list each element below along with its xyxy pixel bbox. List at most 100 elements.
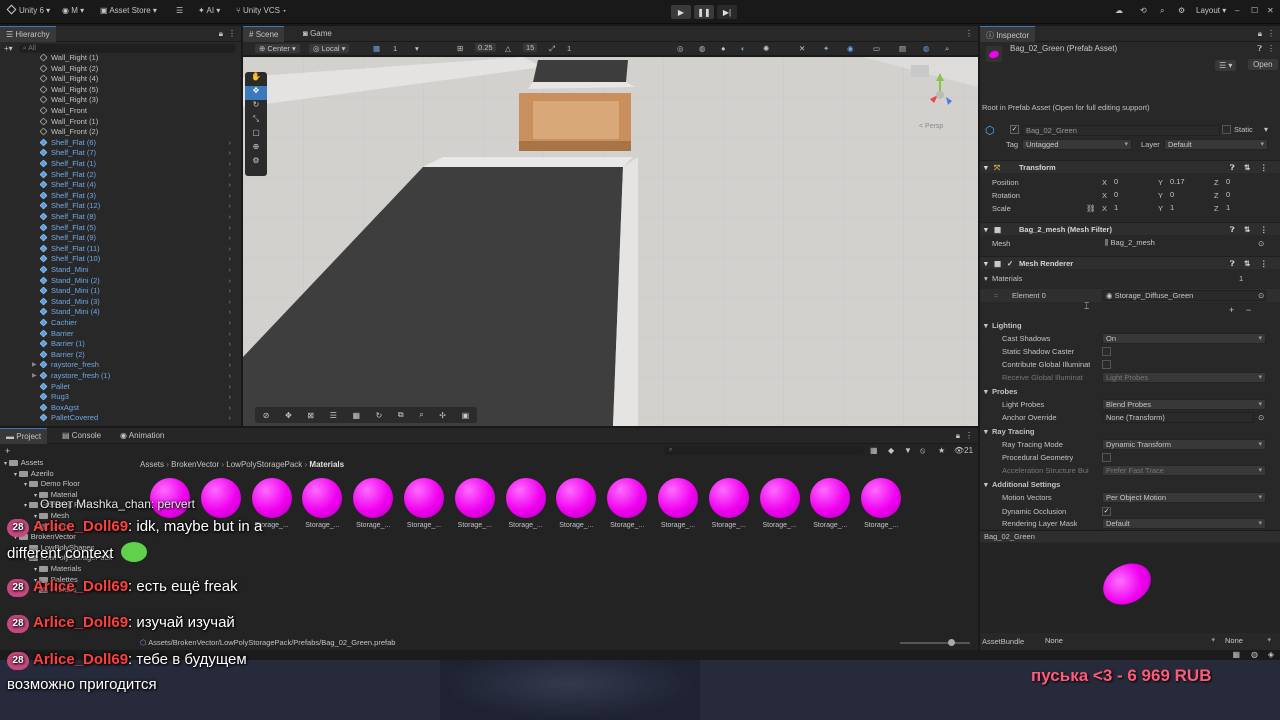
open-prefab-icon[interactable]: › xyxy=(229,286,232,297)
hierarchy-item[interactable]: ▶ raystore_fresh (1) › xyxy=(0,371,235,382)
add-element-icon[interactable]: + xyxy=(1229,305,1234,315)
hierarchy-item[interactable]: Shelf_Flat (7) › xyxy=(0,148,235,159)
lighting-icon[interactable]: ✺ xyxy=(763,44,769,53)
folder-tree-item[interactable]: ▾ Demo Floor xyxy=(24,479,80,488)
filter-icon[interactable]: ▼ xyxy=(904,446,912,455)
camera-icon[interactable]: ▭ xyxy=(873,44,880,53)
cloud-icon[interactable]: ☁ xyxy=(1115,6,1123,15)
pan-icon[interactable]: ✥ xyxy=(285,411,292,420)
help-icon[interactable]: ❓︎ xyxy=(1257,44,1262,54)
rect-tool-icon[interactable]: ▢ xyxy=(245,128,267,142)
scale-z-field[interactable]: 1 xyxy=(1223,203,1267,214)
overlay-icon[interactable]: ◎ xyxy=(677,44,684,53)
snap-icon[interactable]: ⊞ xyxy=(457,44,463,53)
axis-y-label[interactable]: Y xyxy=(1158,189,1163,202)
hierarchy-item[interactable]: Wall_Front (2) xyxy=(0,127,235,138)
expand-arrow-icon[interactable]: ▾ xyxy=(34,493,39,499)
expand-arrow-icon[interactable]: ▾ xyxy=(34,567,39,573)
open-prefab-icon[interactable]: › xyxy=(229,180,232,191)
preset-icon[interactable]: ⇅ xyxy=(1244,161,1250,174)
hierarchy-item[interactable]: Cachier › xyxy=(0,318,235,329)
hierarchy-item[interactable]: Wall_Front (1) xyxy=(0,117,235,128)
hierarchy-item[interactable]: Barrier (1) › xyxy=(0,339,235,350)
position-z-field[interactable]: 0 xyxy=(1223,177,1267,188)
rotation-z-field[interactable]: 0 xyxy=(1223,190,1267,201)
audio-icon[interactable]: ✕ xyxy=(799,44,805,53)
open-prefab-icon[interactable]: › xyxy=(229,254,232,265)
component-menu-icon[interactable]: ⋮ xyxy=(1260,161,1268,174)
folder-tree-item[interactable]: ▾ Materials xyxy=(34,564,81,573)
ray-tracing-foldout[interactable]: ▾ Ray Tracing xyxy=(980,425,1280,438)
light-probes-dropdown[interactable]: Blend Probes xyxy=(1102,399,1266,410)
hierarchy-item[interactable]: Stand_Mini › xyxy=(0,265,235,276)
open-prefab-icon[interactable]: › xyxy=(229,403,232,414)
object-picker-icon[interactable]: ⊙ xyxy=(1258,411,1264,424)
snap-value[interactable]: 0.25 xyxy=(475,43,496,52)
filter-label-icon[interactable]: ◆ xyxy=(888,446,894,455)
breadcrumb-item[interactable]: LowPolyStoragePack xyxy=(226,460,302,469)
rotation-y-field[interactable]: 0 xyxy=(1167,190,1211,201)
grid-view-icon[interactable]: ▦ xyxy=(352,411,360,420)
open-prefab-icon[interactable]: › xyxy=(229,191,232,202)
ray-tracing-mode-dropdown[interactable]: Dynamic Transform xyxy=(1102,439,1266,450)
breadcrumb-item[interactable]: Assets xyxy=(140,460,164,469)
active-checkbox[interactable]: ✓ xyxy=(1010,125,1019,134)
tag-dropdown[interactable]: Untagged xyxy=(1022,139,1132,150)
breadcrumb-item[interactable]: Materials xyxy=(309,460,344,469)
hierarchy-item[interactable]: Shelf_Flat (8) › xyxy=(0,212,235,223)
procedural-geometry-checkbox[interactable] xyxy=(1102,453,1111,462)
material-asset[interactable]: Storage_... xyxy=(604,478,650,534)
tab-hierarchy[interactable]: ☰ Hierarchy xyxy=(0,26,56,42)
axis-x-label[interactable]: X xyxy=(1102,189,1107,202)
scale-x-field[interactable]: 1 xyxy=(1111,203,1155,214)
select-dropdown[interactable]: ☰ ▾ xyxy=(1215,60,1237,71)
open-prefab-icon[interactable]: › xyxy=(229,148,232,159)
static-shadow-caster-checkbox[interactable] xyxy=(1102,347,1111,356)
drag-handle-icon[interactable]: = xyxy=(994,289,998,302)
dynamic-occlusion-checkbox[interactable]: ✓ xyxy=(1102,507,1111,516)
perspective-label[interactable]: < Persp xyxy=(919,123,943,130)
assetbundle-dropdown[interactable]: None xyxy=(1042,636,1218,647)
open-button[interactable]: Open xyxy=(1248,59,1278,70)
rotation-x-field[interactable]: 0 xyxy=(1111,190,1155,201)
tab-inspector[interactable]: ⓘ Inspector xyxy=(980,26,1036,42)
material-asset[interactable]: Storage_... xyxy=(757,478,803,534)
filter-type-icon[interactable]: ▦ xyxy=(870,446,878,455)
position-y-field[interactable]: 0.17 xyxy=(1167,177,1211,188)
open-prefab-icon[interactable]: › xyxy=(229,329,232,340)
visibility-count[interactable]: 👁︎21 xyxy=(954,446,973,455)
folder-tree-item[interactable]: ▾ Assets xyxy=(4,458,43,467)
search-scene-icon[interactable]: ⌕ xyxy=(945,44,949,54)
material-asset[interactable]: Storage_... xyxy=(503,478,549,534)
remove-element-icon[interactable]: − xyxy=(1246,305,1251,315)
open-prefab-icon[interactable]: › xyxy=(229,265,232,276)
add-icon[interactable]: +▾ xyxy=(4,44,13,53)
axis-x-label[interactable]: X xyxy=(1102,202,1107,215)
open-prefab-icon[interactable]: › xyxy=(229,223,232,234)
tab-game[interactable]: ◙ Game xyxy=(297,26,338,42)
anchor-override-field[interactable]: None (Transform) xyxy=(1102,412,1254,423)
object-picker-icon[interactable]: ⊙ xyxy=(1258,237,1264,250)
expand-arrow-icon[interactable]: ▾ xyxy=(4,461,9,467)
open-prefab-icon[interactable]: › xyxy=(229,350,232,361)
open-prefab-icon[interactable]: › xyxy=(229,201,232,212)
hierarchy-item[interactable]: Stand_Mini (1) › xyxy=(0,286,235,297)
box-icon[interactable]: ▣ xyxy=(462,411,470,420)
hierarchy-item[interactable]: BoxAgst › xyxy=(0,403,235,414)
icon-size-slider[interactable] xyxy=(900,639,970,646)
axis-y-label[interactable]: Y xyxy=(1158,176,1163,189)
cast-shadows-dropdown[interactable]: On xyxy=(1102,333,1266,344)
favorite-icon[interactable]: ★ xyxy=(938,446,945,455)
grid-dropdown-icon[interactable]: ▾ xyxy=(415,44,419,53)
open-prefab-icon[interactable]: › xyxy=(229,244,232,255)
axis-z-label[interactable]: Z xyxy=(1214,202,1219,215)
open-prefab-icon[interactable]: › xyxy=(229,297,232,308)
preset-icon[interactable]: ⇅ xyxy=(1244,257,1250,270)
hierarchy-item[interactable]: Shelf_Flat (4) › xyxy=(0,180,235,191)
component-menu-icon[interactable]: ⋮ xyxy=(1260,223,1268,236)
pause-button[interactable]: ❚❚ xyxy=(694,5,714,19)
layers-status-icon[interactable]: ◈ xyxy=(1268,650,1274,659)
lit-icon[interactable]: ◐ xyxy=(741,44,746,53)
material-asset[interactable]: Storage_... xyxy=(401,478,447,534)
tab-animation[interactable]: ◉ Animation xyxy=(114,428,170,444)
